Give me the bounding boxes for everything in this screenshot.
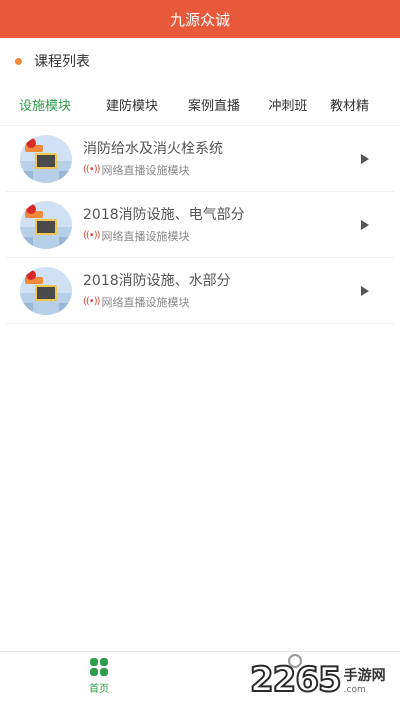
course-list: 消防给水及消火栓系统 ((•)) 网络直播设施模块 2018消防设施、电气部分 (… xyxy=(0,126,400,324)
live-broadcast-icon: ((•)) xyxy=(83,296,100,307)
course-thumbnail xyxy=(20,134,72,183)
course-subtitle: 网络直播设施模块 xyxy=(101,163,190,177)
watermark-cn: 手游网 xyxy=(343,668,386,684)
course-thumbnail xyxy=(20,266,72,315)
course-list-heading: 课程列表 xyxy=(0,38,400,84)
play-arrow-icon[interactable] xyxy=(361,153,369,164)
course-title: 消防给水及消火栓系统 xyxy=(83,140,223,157)
tab-sprint-class[interactable]: 冲刺班 xyxy=(256,84,320,125)
play-arrow-icon[interactable] xyxy=(361,219,369,230)
list-item[interactable]: 消防给水及消火栓系统 ((•)) 网络直播设施模块 xyxy=(6,126,394,192)
nav-home[interactable]: 首页 xyxy=(76,658,122,698)
category-tabs: 设施模块 建防模块 案例直播 冲刺班 教材精 xyxy=(0,84,400,126)
watermark-number: 2265 xyxy=(249,659,343,701)
list-item[interactable]: 2018消防设施、水部分 ((•)) 网络直播设施模块 xyxy=(6,258,394,324)
course-title: 2018消防设施、水部分 xyxy=(83,272,231,289)
watermark-en: .com xyxy=(343,685,366,695)
tab-textbook[interactable]: 教材精 xyxy=(324,84,394,125)
app-header: 九源众诚 xyxy=(0,0,400,38)
live-broadcast-icon: ((•)) xyxy=(83,230,100,241)
play-arrow-icon[interactable] xyxy=(361,285,369,296)
app-title: 九源众诚 xyxy=(169,10,230,29)
course-title: 2018消防设施、电气部分 xyxy=(83,206,245,223)
live-broadcast-icon: ((•)) xyxy=(83,164,100,175)
tab-facilities[interactable]: 设施模块 xyxy=(5,84,85,125)
nav-home-label: 首页 xyxy=(89,684,109,695)
section-title-text: 课程列表 xyxy=(34,54,90,70)
tab-case-live[interactable]: 案例直播 xyxy=(174,84,254,125)
course-subtitle: 网络直播设施模块 xyxy=(101,229,190,243)
home-grid-icon xyxy=(90,658,108,676)
watermark-logo: 2265 手游网 .com xyxy=(249,655,400,705)
tab-fire-prevention[interactable]: 建防模块 xyxy=(92,84,172,125)
course-subtitle: 网络直播设施模块 xyxy=(101,295,190,309)
list-item[interactable]: 2018消防设施、电气部分 ((•)) 网络直播设施模块 xyxy=(6,192,394,258)
course-thumbnail xyxy=(20,200,72,249)
bullet-dot-icon xyxy=(15,57,22,65)
